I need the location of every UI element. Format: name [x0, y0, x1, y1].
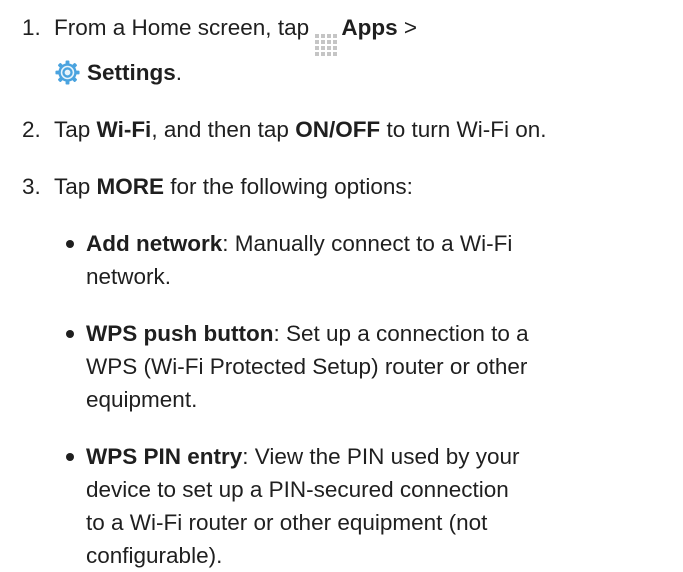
step-text: From a Home screen, tap: [54, 15, 316, 40]
onoff-label: ON/OFF: [295, 117, 381, 142]
more-label: MORE: [96, 174, 165, 199]
step-text: Tap: [54, 174, 97, 199]
option-line: network.: [86, 264, 172, 289]
option-line: WPS (Wi-Fi Protected Setup) router or ot…: [86, 354, 528, 379]
step-body: From a Home screen, tap Apps > Settings.: [54, 11, 683, 89]
step-text: for the following options:: [164, 174, 413, 199]
option-line: to a Wi-Fi router or other equipment (no…: [86, 510, 488, 535]
option-text: WPS PIN entry: View the PIN used by your…: [86, 440, 666, 572]
option-line: equipment.: [86, 387, 198, 412]
step-text: .: [175, 60, 183, 85]
settings-label: Settings: [87, 60, 176, 85]
option-line: configurable).: [86, 543, 223, 568]
step-line: From a Home screen, tap Apps >: [54, 11, 683, 56]
option-description: : View the PIN used by your: [242, 444, 520, 469]
step-body: Tap Wi-Fi, and then tap ON/OFF to turn W…: [54, 113, 683, 146]
gear-icon: [55, 60, 80, 85]
step-number: 1.: [22, 15, 41, 40]
option-line: Add network: Manually connect to a Wi-Fi: [86, 227, 666, 260]
apps-grid-icon: [315, 34, 338, 56]
bullet-dot: [66, 330, 74, 338]
step-text: >: [397, 15, 417, 40]
option-description: : Manually connect to a Wi-Fi: [222, 231, 513, 256]
option-line: device to set up a PIN-secured connectio…: [86, 477, 509, 502]
step-text: to turn Wi-Fi on.: [380, 117, 547, 142]
wifi-label: Wi-Fi: [96, 117, 152, 142]
option-line: WPS push button: Set up a connection to …: [86, 317, 666, 350]
option-line: WPS PIN entry: View the PIN used by your: [86, 440, 666, 473]
step-number: 2.: [22, 117, 41, 142]
step-line: Settings.: [54, 56, 683, 89]
option-term: WPS PIN entry: [86, 444, 243, 469]
option-text: WPS push button: Set up a connection to …: [86, 317, 666, 416]
option-term: Add network: [86, 231, 223, 256]
step-body: Tap MORE for the following options:: [54, 170, 683, 203]
step-number: 3.: [22, 174, 41, 199]
bullet-dot: [66, 240, 74, 248]
step-text: Tap: [54, 117, 97, 142]
apps-label: Apps: [341, 15, 398, 40]
option-term: WPS push button: [86, 321, 274, 346]
bullet-dot: [66, 453, 74, 461]
option-description: : Set up a connection to a: [273, 321, 529, 346]
option-text: Add network: Manually connect to a Wi-Fi…: [86, 227, 666, 293]
step-text: , and then tap: [151, 117, 296, 142]
